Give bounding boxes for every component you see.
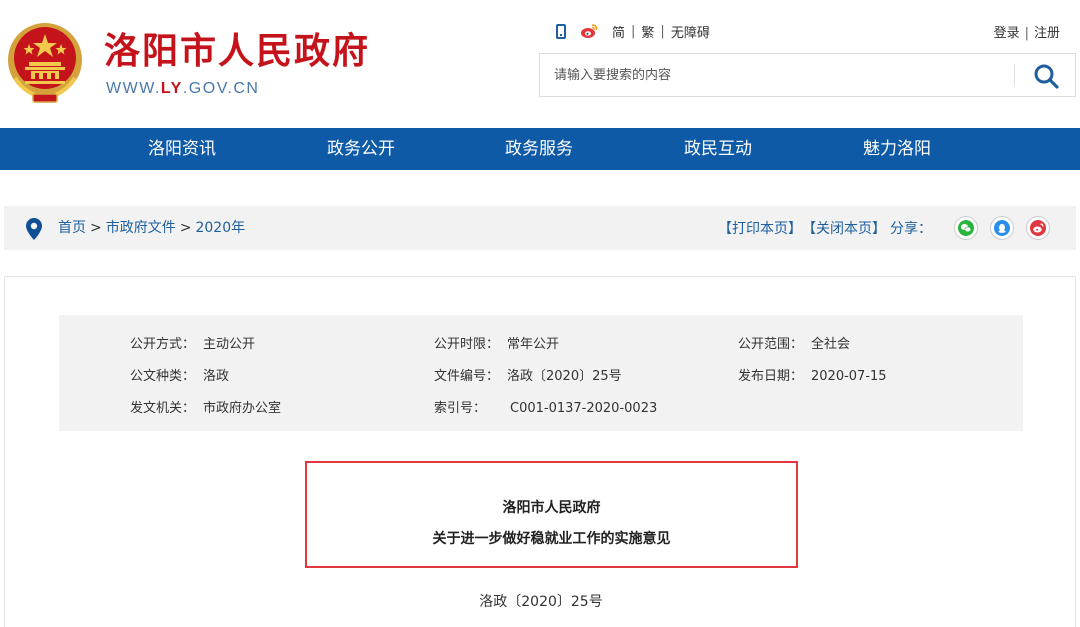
breadcrumb-year[interactable]: 2020年 — [195, 220, 245, 236]
divider: | — [660, 23, 665, 39]
page-tools: 【打印本页】 【关闭本页】 分享： — [718, 216, 1050, 240]
document-title: 关于进一步做好稳就业工作的实施意见 — [432, 531, 671, 547]
auth-links: 登录 | 注册 — [994, 22, 1060, 41]
qq-share-button[interactable] — [990, 216, 1014, 240]
wechat-share-button[interactable] — [954, 216, 978, 240]
close-page-button[interactable]: 【关闭本页】 — [802, 218, 886, 238]
domain-prefix: WWW. — [106, 80, 161, 97]
breadcrumb-separator: > — [90, 220, 102, 236]
meta-key: 文件编号： — [434, 369, 500, 384]
accessibility-link[interactable]: 无障碍 — [671, 22, 710, 41]
phone-icon[interactable] — [556, 23, 566, 39]
weibo-share-icon — [1030, 220, 1046, 236]
breadcrumb: 首页 > 市政府文件 >2020年 — [58, 219, 245, 237]
meta-row: 发文机关： 市政府办公室 索引号： C001-0137-2020-0023 — [59, 397, 1023, 416]
location-pin-icon — [26, 218, 42, 240]
meta-row: 公开方式： 主动公开 公开时限： 常年公开 公开范围： 全社会 — [59, 333, 1023, 352]
qq-icon — [994, 220, 1010, 236]
breadcrumb-home[interactable]: 首页 — [58, 220, 86, 236]
meta-key: 发文机关： — [130, 401, 196, 416]
meta-item-doc-number: 文件编号： 洛政〔2020〕25号 — [434, 365, 622, 384]
weibo-share-button[interactable] — [1026, 216, 1050, 240]
print-page-button[interactable]: 【打印本页】 — [718, 218, 802, 238]
meta-key: 公开方式： — [130, 337, 196, 352]
register-link[interactable]: 注册 — [1034, 26, 1060, 41]
meta-value: 全社会 — [811, 337, 851, 352]
meta-value: C001-0137-2020-0023 — [510, 401, 658, 416]
meta-key: 发布日期： — [738, 369, 804, 384]
national-emblem-icon — [8, 23, 82, 103]
meta-value: 洛政 — [203, 369, 230, 384]
simplified-chinese-link[interactable]: 简 — [612, 22, 625, 41]
document-title-issuer: 洛阳市人民政府 — [502, 500, 601, 516]
search-input[interactable] — [540, 54, 1010, 96]
meta-value: 洛政〔2020〕25号 — [507, 369, 622, 384]
meta-item-index-number: 索引号： C001-0137-2020-0023 — [434, 397, 657, 416]
meta-value: 2020-07-15 — [811, 369, 887, 384]
search-divider — [1014, 64, 1015, 86]
nav-item-news[interactable]: 洛阳资讯 — [122, 128, 242, 170]
divider: | — [1024, 26, 1029, 41]
document-metadata: 公开方式： 主动公开 公开时限： 常年公开 公开范围： 全社会 公文种类： 洛政 文件编… — [59, 315, 1023, 431]
top-tools: 简 | 繁 | 无障碍 — [556, 21, 710, 41]
breadcrumb-bar: 首页 > 市政府文件 >2020年 【打印本页】 【关闭本页】 分享： — [4, 206, 1076, 250]
nav-item-interaction[interactable]: 政民互动 — [658, 128, 778, 170]
meta-item-disclosure-period: 公开时限： 常年公开 — [434, 333, 559, 352]
meta-key: 索引号： — [434, 401, 487, 416]
domain-suffix: .GOV.CN — [182, 80, 260, 97]
meta-value: 常年公开 — [507, 337, 560, 352]
site-header: 洛阳市人民政府 WWW.LY.GOV.CN 简 | 繁 | 无障碍 登录 | 注册 — [0, 0, 1080, 128]
meta-row: 公文种类： 洛政 文件编号： 洛政〔2020〕25号 发布日期： 2020-07-15 — [59, 365, 1023, 384]
breadcrumb-city-docs[interactable]: 市政府文件 — [106, 220, 176, 236]
traditional-chinese-link[interactable]: 繁 — [641, 22, 654, 41]
login-link[interactable]: 登录 — [994, 26, 1020, 41]
site-title[interactable]: 洛阳市人民政府 — [104, 30, 370, 74]
meta-key: 公开时限： — [434, 337, 500, 352]
wechat-icon — [958, 220, 974, 236]
content-panel: 公开方式： 主动公开 公开时限： 常年公开 公开范围： 全社会 公文种类： 洛政 文件编… — [4, 276, 1076, 627]
domain-highlight: LY — [160, 80, 183, 97]
meta-item-disclosure-scope: 公开范围： 全社会 — [738, 333, 850, 352]
meta-value: 市政府办公室 — [203, 401, 282, 416]
nav-item-charm-luoyang[interactable]: 魅力洛阳 — [837, 128, 957, 170]
meta-key: 公文种类： — [130, 369, 196, 384]
meta-item-issuing-office: 发文机关： 市政府办公室 — [130, 397, 281, 416]
nav-item-gov-services[interactable]: 政务服务 — [479, 128, 599, 170]
meta-value: 主动公开 — [203, 337, 256, 352]
breadcrumb-separator: > — [179, 220, 192, 236]
meta-item-publish-date: 发布日期： 2020-07-15 — [738, 365, 887, 384]
site-domain: WWW.LY.GOV.CN — [106, 80, 259, 98]
meta-item-doc-type: 公文种类： 洛政 — [130, 365, 229, 384]
nav-item-gov-affairs-open[interactable]: 政务公开 — [301, 128, 421, 170]
main-nav: 洛阳资讯 政务公开 政务服务 政民互动 魅力洛阳 — [0, 128, 1080, 170]
search-box — [539, 53, 1076, 97]
search-icon[interactable] — [1033, 63, 1059, 89]
document-title-box: 洛阳市人民政府 关于进一步做好稳就业工作的实施意见 — [305, 461, 798, 568]
weibo-icon[interactable] — [580, 23, 598, 39]
divider: | — [631, 23, 636, 39]
meta-key: 公开范围： — [738, 337, 804, 352]
document-number: 洛政〔2020〕25号 — [479, 594, 603, 610]
share-label: 分享： — [890, 221, 932, 237]
meta-item-disclosure-method: 公开方式： 主动公开 — [130, 333, 255, 352]
